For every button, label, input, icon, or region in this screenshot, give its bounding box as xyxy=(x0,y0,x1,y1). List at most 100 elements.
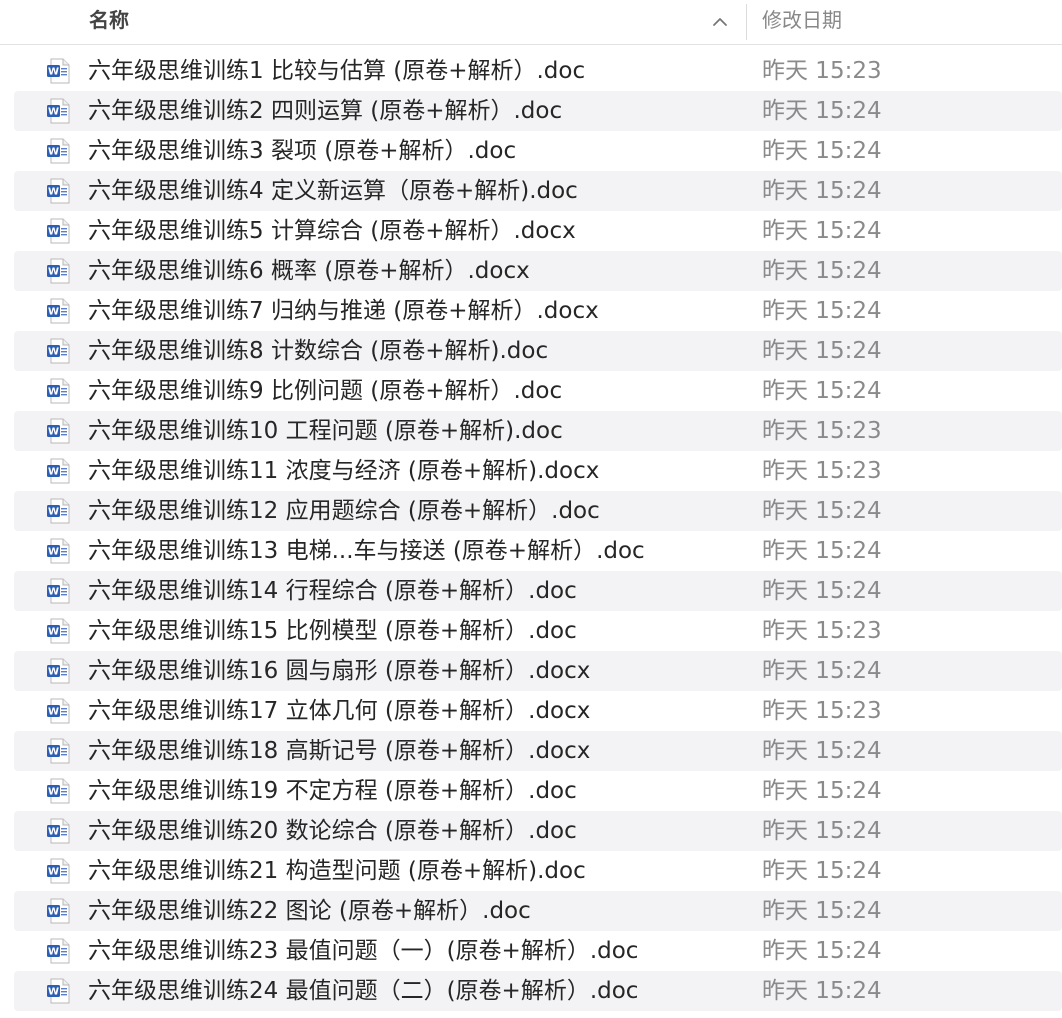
svg-text:W: W xyxy=(48,907,59,918)
file-row[interactable]: W 六年级思维训练5 计算综合 (原卷+解析）.docx 昨天 15:24 xyxy=(0,211,1062,251)
docx-file-icon: W xyxy=(47,658,70,684)
file-modified-date: 昨天 15:24 xyxy=(762,258,882,284)
svg-text:W: W xyxy=(48,107,59,118)
doc-file-icon: W xyxy=(47,858,70,884)
file-modified-date: 昨天 15:24 xyxy=(762,538,882,564)
file-name: 六年级思维训练6 概率 (原卷+解析）.docx xyxy=(88,258,530,284)
file-name: 六年级思维训练22 图论 (原卷+解析）.doc xyxy=(88,898,531,924)
file-modified-date: 昨天 15:23 xyxy=(762,458,882,484)
svg-text:W: W xyxy=(48,827,59,838)
file-row[interactable]: W 六年级思维训练20 数论综合 (原卷+解析）.doc 昨天 15:24 xyxy=(0,811,1062,851)
doc-file-icon: W xyxy=(47,138,70,164)
file-row[interactable]: W 六年级思维训练4 定义新运算（原卷+解析).doc 昨天 15:24 xyxy=(0,171,1062,211)
file-name: 六年级思维训练8 计数综合 (原卷+解析).doc xyxy=(88,338,549,364)
file-modified-date: 昨天 15:24 xyxy=(762,218,882,244)
file-row[interactable]: W 六年级思维训练24 最值问题（二）(原卷+解析）.doc 昨天 15:24 xyxy=(0,971,1062,1011)
file-row[interactable]: W 六年级思维训练19 不定方程 (原卷+解析）.doc 昨天 15:24 xyxy=(0,771,1062,811)
doc-file-icon: W xyxy=(47,538,70,564)
file-name: 六年级思维训练19 不定方程 (原卷+解析）.doc xyxy=(88,778,577,804)
svg-text:W: W xyxy=(48,467,59,478)
file-row[interactable]: W 六年级思维训练8 计数综合 (原卷+解析).doc 昨天 15:24 xyxy=(0,331,1062,371)
svg-text:W: W xyxy=(48,67,59,78)
svg-text:W: W xyxy=(48,627,59,638)
file-name: 六年级思维训练23 最值问题（一）(原卷+解析）.doc xyxy=(88,938,639,964)
svg-text:W: W xyxy=(48,387,59,398)
file-name: 六年级思维训练3 裂项 (原卷+解析）.doc xyxy=(88,138,517,164)
svg-text:W: W xyxy=(48,187,59,198)
date-modified-column-header[interactable]: 修改日期 xyxy=(762,7,842,33)
file-modified-date: 昨天 15:24 xyxy=(762,898,882,924)
doc-file-icon: W xyxy=(47,938,70,964)
file-row[interactable]: W 六年级思维训练17 立体几何 (原卷+解析）.docx 昨天 15:23 xyxy=(0,691,1062,731)
file-modified-date: 昨天 15:23 xyxy=(762,618,882,644)
file-name: 六年级思维训练11 浓度与经济 (原卷+解析).docx xyxy=(88,458,600,484)
file-name: 六年级思维训练16 圆与扇形 (原卷+解析）.docx xyxy=(88,658,591,684)
docx-file-icon: W xyxy=(47,738,70,764)
file-name: 六年级思维训练14 行程综合 (原卷+解析）.doc xyxy=(88,578,577,604)
file-row[interactable]: W 六年级思维训练14 行程综合 (原卷+解析）.doc 昨天 15:24 xyxy=(0,571,1062,611)
doc-file-icon: W xyxy=(47,378,70,404)
svg-text:W: W xyxy=(48,747,59,758)
file-modified-date: 昨天 15:24 xyxy=(762,658,882,684)
column-divider[interactable] xyxy=(746,4,747,40)
file-modified-date: 昨天 15:24 xyxy=(762,98,882,124)
svg-text:W: W xyxy=(48,227,59,238)
file-row[interactable]: W 六年级思维训练11 浓度与经济 (原卷+解析).docx 昨天 15:23 xyxy=(0,451,1062,491)
doc-file-icon: W xyxy=(47,58,70,84)
file-modified-date: 昨天 15:24 xyxy=(762,738,882,764)
file-name: 六年级思维训练5 计算综合 (原卷+解析）.docx xyxy=(88,218,576,244)
file-row[interactable]: W 六年级思维训练7 归纳与推递 (原卷+解析）.docx 昨天 15:24 xyxy=(0,291,1062,331)
doc-file-icon: W xyxy=(47,98,70,124)
svg-text:W: W xyxy=(48,147,59,158)
svg-text:W: W xyxy=(48,507,59,518)
file-row[interactable]: W 六年级思维训练2 四则运算 (原卷+解析）.doc 昨天 15:24 xyxy=(0,91,1062,131)
file-name: 六年级思维训练13 电梯...车与接送 (原卷+解析）.doc xyxy=(88,538,645,564)
file-modified-date: 昨天 15:24 xyxy=(762,978,882,1004)
column-header-bar: 名称 修改日期 xyxy=(0,0,1062,45)
file-row[interactable]: W 六年级思维训练12 应用题综合 (原卷+解析）.doc 昨天 15:24 xyxy=(0,491,1062,531)
file-row[interactable]: W 六年级思维训练16 圆与扇形 (原卷+解析）.docx 昨天 15:24 xyxy=(0,651,1062,691)
file-name: 六年级思维训练24 最值问题（二）(原卷+解析）.doc xyxy=(88,978,639,1004)
file-name: 六年级思维训练15 比例模型 (原卷+解析）.doc xyxy=(88,618,577,644)
doc-file-icon: W xyxy=(47,778,70,804)
file-modified-date: 昨天 15:23 xyxy=(762,418,882,444)
doc-file-icon: W xyxy=(47,978,70,1004)
chevron-up-icon[interactable] xyxy=(710,12,730,32)
file-modified-date: 昨天 15:24 xyxy=(762,578,882,604)
file-modified-date: 昨天 15:24 xyxy=(762,858,882,884)
name-column-header[interactable]: 名称 xyxy=(89,7,129,33)
file-modified-date: 昨天 15:24 xyxy=(762,138,882,164)
docx-file-icon: W xyxy=(47,258,70,284)
file-modified-date: 昨天 15:24 xyxy=(762,298,882,324)
svg-text:W: W xyxy=(48,787,59,798)
file-row[interactable]: W 六年级思维训练1 比较与估算 (原卷+解析）.doc 昨天 15:23 xyxy=(0,51,1062,91)
file-name: 六年级思维训练2 四则运算 (原卷+解析）.doc xyxy=(88,98,563,124)
svg-text:W: W xyxy=(48,267,59,278)
file-row[interactable]: W 六年级思维训练18 高斯记号 (原卷+解析）.docx 昨天 15:24 xyxy=(0,731,1062,771)
file-list: W 六年级思维训练1 比较与估算 (原卷+解析）.doc 昨天 15:23 W … xyxy=(0,51,1062,1011)
doc-file-icon: W xyxy=(47,818,70,844)
file-modified-date: 昨天 15:24 xyxy=(762,498,882,524)
file-row[interactable]: W 六年级思维训练10 工程问题 (原卷+解析).doc 昨天 15:23 xyxy=(0,411,1062,451)
file-row[interactable]: W 六年级思维训练6 概率 (原卷+解析）.docx 昨天 15:24 xyxy=(0,251,1062,291)
svg-text:W: W xyxy=(48,707,59,718)
file-modified-date: 昨天 15:24 xyxy=(762,178,882,204)
file-row[interactable]: W 六年级思维训练13 电梯...车与接送 (原卷+解析）.doc 昨天 15:… xyxy=(0,531,1062,571)
svg-text:W: W xyxy=(48,587,59,598)
svg-text:W: W xyxy=(48,867,59,878)
svg-text:W: W xyxy=(48,427,59,438)
file-row[interactable]: W 六年级思维训练22 图论 (原卷+解析）.doc 昨天 15:24 xyxy=(0,891,1062,931)
file-row[interactable]: W 六年级思维训练21 构造型问题 (原卷+解析).doc 昨天 15:24 xyxy=(0,851,1062,891)
doc-file-icon: W xyxy=(47,338,70,364)
file-modified-date: 昨天 15:24 xyxy=(762,818,882,844)
svg-text:W: W xyxy=(48,307,59,318)
file-name: 六年级思维训练12 应用题综合 (原卷+解析）.doc xyxy=(88,498,600,524)
doc-file-icon: W xyxy=(47,578,70,604)
docx-file-icon: W xyxy=(47,218,70,244)
svg-text:W: W xyxy=(48,347,59,358)
file-row[interactable]: W 六年级思维训练3 裂项 (原卷+解析）.doc 昨天 15:24 xyxy=(0,131,1062,171)
doc-file-icon: W xyxy=(47,618,70,644)
file-row[interactable]: W 六年级思维训练15 比例模型 (原卷+解析）.doc 昨天 15:23 xyxy=(0,611,1062,651)
file-row[interactable]: W 六年级思维训练9 比例问题 (原卷+解析）.doc 昨天 15:24 xyxy=(0,371,1062,411)
file-row[interactable]: W 六年级思维训练23 最值问题（一）(原卷+解析）.doc 昨天 15:24 xyxy=(0,931,1062,971)
